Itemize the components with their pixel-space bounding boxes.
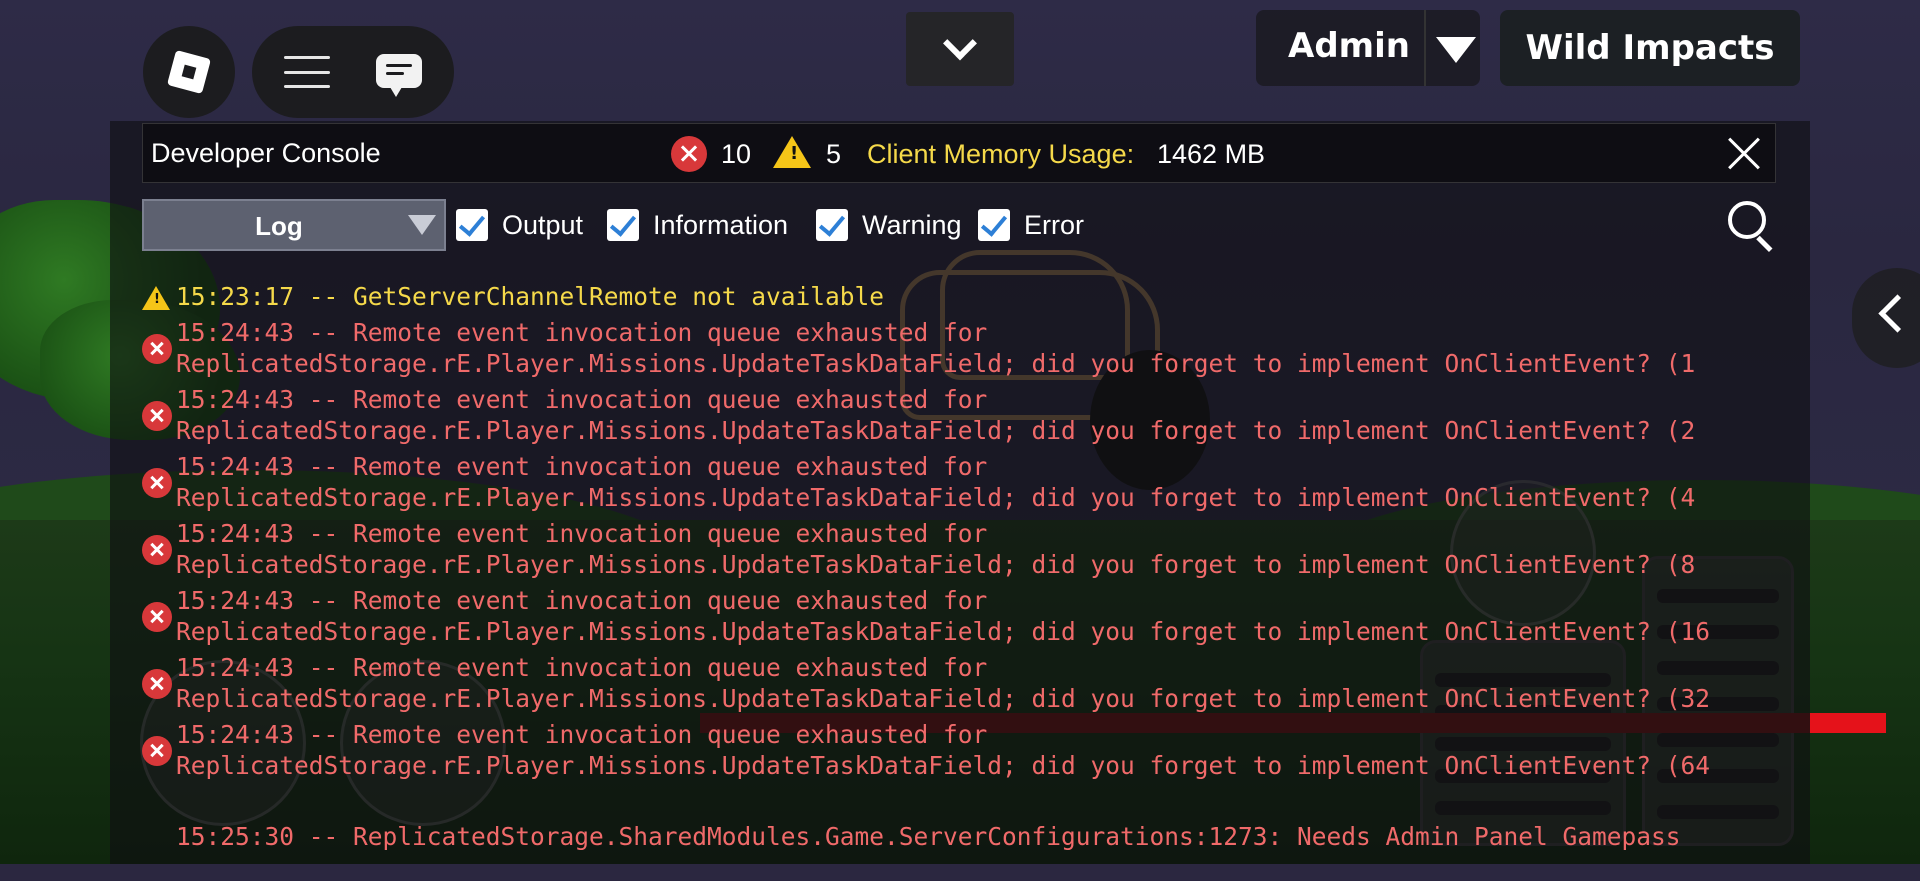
warning-count-icon: ! [773, 136, 811, 168]
warning-count: 5 [826, 139, 842, 169]
error-icon [142, 401, 172, 431]
team-label: Admin [1288, 26, 1410, 66]
log-line: 15:23:17 -- GetServerChannelRemote not a… [176, 282, 885, 311]
close-icon[interactable] [1725, 136, 1761, 172]
caret-down-icon [408, 215, 436, 235]
view-select-label: Log [255, 211, 303, 241]
memory-value: 1462 MB [1157, 139, 1266, 169]
search-icon[interactable] [1728, 201, 1773, 252]
log-line: ReplicatedStorage.rE.Player.Missions.Upd… [176, 684, 1711, 713]
log-line: 15:24:43 -- Remote event invocation queu… [176, 720, 988, 749]
log-line: ReplicatedStorage.rE.Player.Missions.Upd… [176, 416, 1696, 445]
log-line: 15:24:43 -- Remote event invocation queu… [176, 385, 988, 414]
log-list[interactable]: ! 15:23:17 -- GetServerChannelRemote not… [142, 281, 1802, 881]
error-checkbox[interactable] [978, 209, 1010, 241]
error-icon [142, 669, 172, 699]
speed-bar-fill [1810, 713, 1886, 733]
log-line: 15:24:43 -- Remote event invocation queu… [176, 452, 988, 481]
error-icon [142, 736, 172, 766]
view-select-dropdown[interactable]: Log [142, 199, 446, 251]
error-icon [142, 468, 172, 498]
log-entry-error: 15:25:30 -- ReplicatedStorage.SharedModu… [142, 821, 1681, 881]
console-header: Developer Console 10 ! 5 Client Memory U… [142, 123, 1776, 183]
divider [1424, 10, 1426, 86]
team-selector[interactable]: Admin [1256, 10, 1480, 86]
roblox-logo-icon [166, 49, 212, 95]
developer-console: Developer Console 10 ! 5 Client Memory U… [110, 121, 1810, 864]
warning-icon: ! [142, 286, 170, 310]
error-count: 10 [721, 139, 752, 169]
chevron-left-icon [1878, 294, 1917, 333]
collapse-button[interactable] [906, 12, 1014, 86]
information-checkbox[interactable] [607, 209, 639, 241]
roblox-menu-button[interactable] [143, 26, 235, 118]
log-line: 15:24:43 -- Remote event invocation queu… [176, 318, 988, 347]
filter-label: Output [502, 210, 584, 240]
log-line: ReplicatedStorage.rE.Player.Missions.Upd… [176, 349, 1696, 378]
chat-icon[interactable] [376, 54, 422, 97]
error-icon [142, 535, 172, 565]
hamburger-icon[interactable] [284, 56, 330, 88]
player-name-badge[interactable]: Wild Impacts [1500, 10, 1800, 86]
log-line: 15:24:43 -- Remote event invocation queu… [176, 653, 988, 682]
output-checkbox[interactable] [456, 209, 488, 241]
filter-label: Error [1024, 210, 1084, 240]
log-line: ReplicatedStorage.rE.Player.Missions.Upd… [176, 617, 1711, 646]
caret-down-icon[interactable] [1436, 37, 1476, 63]
error-count-icon [671, 136, 707, 172]
console-title: Developer Console [151, 138, 381, 168]
log-line: ReplicatedStorage.rE.Player.Missions.Upd… [176, 550, 1696, 579]
log-line: ReplicatedStorage.rE.Player.Missions.Upd… [176, 751, 1711, 780]
chevron-down-icon [943, 26, 977, 61]
log-line: 15:24:43 -- Remote event invocation queu… [176, 519, 988, 548]
memory-label: Client Memory Usage: [867, 139, 1135, 169]
filter-label: Information [653, 210, 789, 240]
log-line: 15:25:30 -- ReplicatedStorage.SharedModu… [176, 822, 1681, 851]
filter-label: Warning [862, 210, 962, 240]
warning-checkbox[interactable] [816, 209, 848, 241]
log-line: ReplicatedStorage.rE.Player.Missions.Upd… [176, 483, 1696, 512]
topbar-controls [252, 26, 454, 118]
error-icon [142, 334, 172, 364]
error-icon [142, 602, 172, 632]
log-line: 15:24:43 -- Remote event invocation queu… [176, 586, 988, 615]
